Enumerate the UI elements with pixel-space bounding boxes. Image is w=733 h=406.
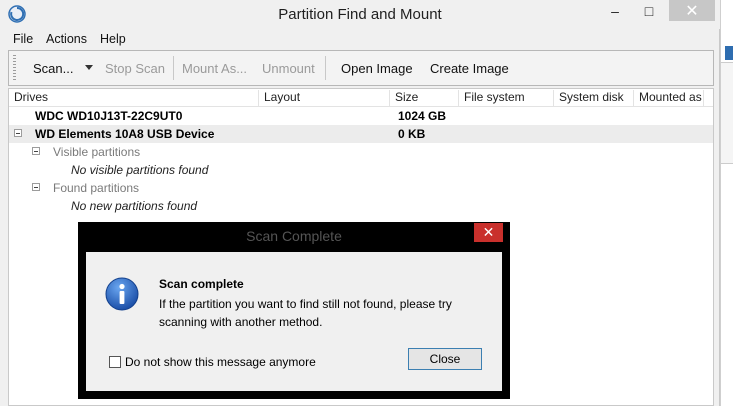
- background-window-marker: [725, 46, 733, 60]
- title-bar[interactable]: Partition Find and Mount – □ ✕: [0, 0, 720, 29]
- close-icon: ✕: [685, 3, 699, 20]
- column-header: Drives Layout Size File system System di…: [9, 89, 713, 107]
- unmount-button[interactable]: Unmount: [262, 61, 315, 76]
- table-row[interactable]: WDC WD10J13T-22C9UT0 1024 GB: [9, 107, 713, 125]
- column-size[interactable]: Size: [390, 90, 459, 106]
- open-image-button[interactable]: Open Image: [341, 61, 413, 76]
- no-new-partitions: No new partitions found: [71, 199, 198, 213]
- column-layout[interactable]: Layout: [259, 90, 390, 106]
- table-row[interactable]: WD Elements 10A8 USB Device 0 KB: [9, 125, 713, 143]
- column-drives[interactable]: Drives: [9, 90, 259, 106]
- drive-size: 1024 GB: [398, 109, 447, 123]
- minimize-button[interactable]: –: [598, 0, 632, 22]
- column-system-disk[interactable]: System disk: [554, 90, 634, 106]
- dialog-body: Scan complete If the partition you want …: [86, 252, 502, 391]
- do-not-show-checkbox[interactable]: [109, 356, 121, 368]
- table-row[interactable]: No visible partitions found: [9, 161, 713, 179]
- chevron-down-icon[interactable]: [85, 65, 93, 70]
- toolbar: Scan... Stop Scan Mount As... Unmount Op…: [8, 50, 714, 86]
- no-visible-partitions: No visible partitions found: [71, 163, 209, 177]
- scan-complete-dialog: Scan Complete ✕ Scan complete If the par…: [78, 222, 510, 399]
- toolbar-separator: [325, 56, 326, 80]
- dialog-heading: Scan complete: [159, 277, 244, 291]
- toolbar-separator: [173, 56, 174, 80]
- table-row[interactable]: Found partitions: [9, 179, 713, 197]
- column-file-system[interactable]: File system: [459, 90, 554, 106]
- collapse-icon[interactable]: [32, 147, 40, 155]
- info-icon: [105, 277, 139, 311]
- drive-name: WD Elements 10A8 USB Device: [35, 127, 215, 141]
- create-image-button[interactable]: Create Image: [430, 61, 509, 76]
- menu-bar: File Actions Help: [0, 29, 720, 49]
- table-row[interactable]: Visible partitions: [9, 143, 713, 161]
- visible-partitions-node: Visible partitions: [53, 145, 141, 159]
- menu-actions[interactable]: Actions: [46, 32, 87, 46]
- close-button[interactable]: Close: [408, 348, 482, 370]
- background-window-panel: [721, 62, 733, 164]
- table-row[interactable]: No new partitions found: [9, 197, 713, 215]
- mount-as-button[interactable]: Mount As...: [182, 61, 247, 76]
- collapse-icon[interactable]: [14, 129, 22, 137]
- toolbar-grip[interactable]: [13, 55, 16, 81]
- menu-file[interactable]: File: [13, 32, 33, 46]
- found-partitions-node: Found partitions: [53, 181, 140, 195]
- column-mounted-as[interactable]: Mounted as: [634, 90, 704, 106]
- dialog-close-button[interactable]: ✕: [474, 223, 503, 242]
- window-close-button[interactable]: ✕: [669, 0, 715, 21]
- scan-button[interactable]: Scan...: [33, 61, 73, 76]
- dialog-title: Scan Complete: [246, 228, 342, 244]
- drive-name: WDC WD10J13T-22C9UT0: [35, 109, 183, 123]
- do-not-show-label[interactable]: Do not show this message anymore: [125, 355, 316, 369]
- drive-size: 0 KB: [398, 127, 426, 141]
- menu-help[interactable]: Help: [100, 32, 126, 46]
- dialog-message: If the partition you want to find still …: [159, 297, 452, 329]
- collapse-icon[interactable]: [32, 183, 40, 191]
- background-window-edge: [720, 0, 733, 406]
- maximize-button[interactable]: □: [632, 0, 666, 22]
- stop-scan-button[interactable]: Stop Scan: [105, 61, 165, 76]
